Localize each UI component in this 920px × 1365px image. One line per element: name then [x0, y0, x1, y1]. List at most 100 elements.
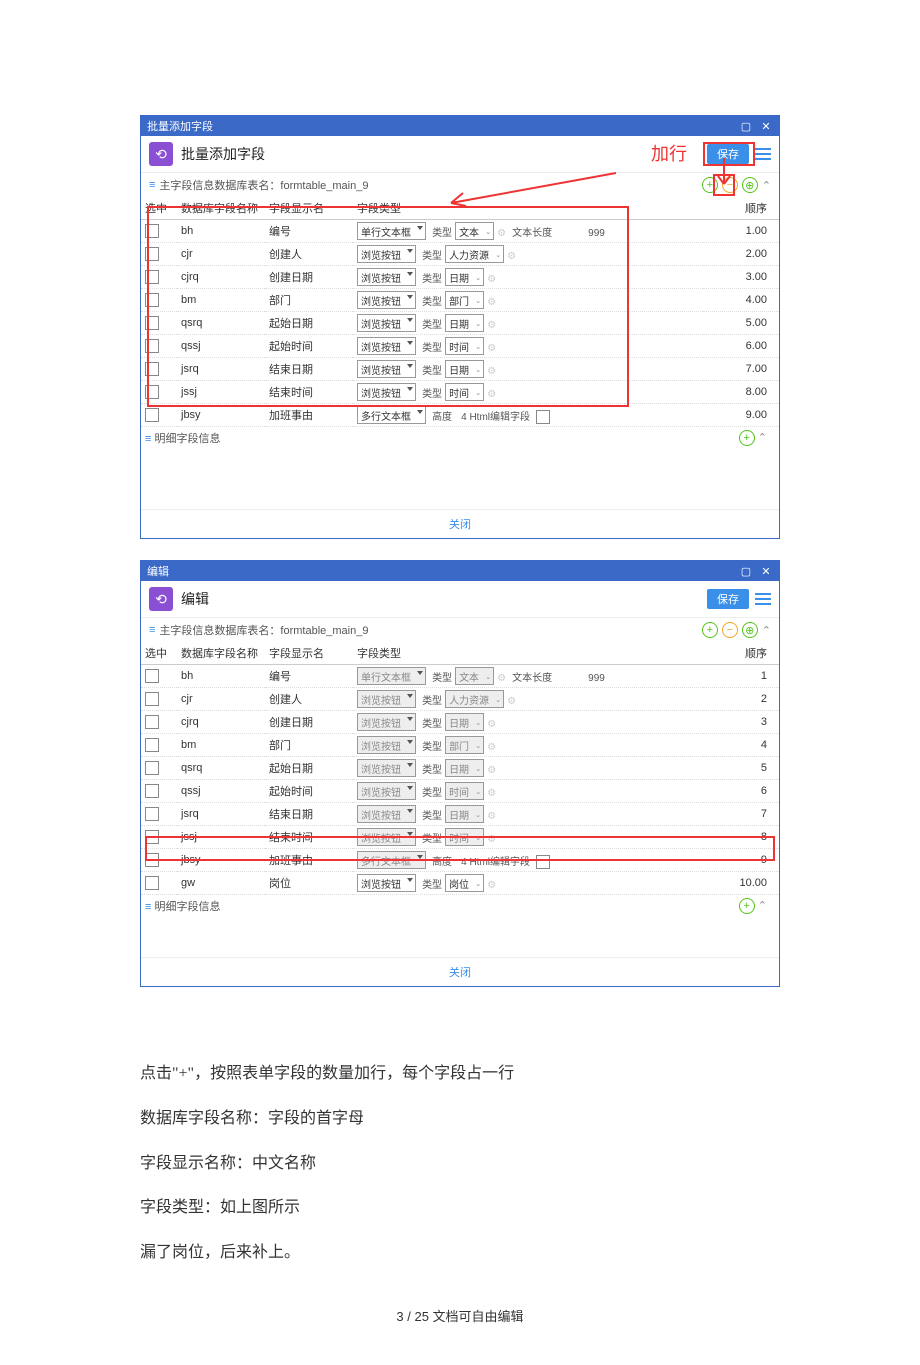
subtype-select[interactable]: 人力资源⌄ [445, 690, 504, 708]
maximize-icon[interactable]: ▢ [739, 564, 753, 578]
collapse-icon[interactable]: ⌃ [762, 624, 771, 637]
gear-icon[interactable]: ⚙ [487, 788, 496, 799]
row-checkbox[interactable] [145, 408, 159, 422]
type-select[interactable]: 浏览按钮 [357, 690, 416, 708]
subtype-select[interactable]: 日期⌄ [445, 805, 484, 823]
subtype-select[interactable]: 部门⌄ [445, 736, 484, 754]
gear-icon[interactable]: ⚙ [487, 297, 496, 308]
type-select[interactable]: 浏览按钮 [357, 759, 416, 777]
row-checkbox[interactable] [145, 293, 159, 307]
type-select[interactable]: 浏览按钮 [357, 828, 416, 846]
extra-icon[interactable]: ⊕ [742, 177, 758, 193]
menu-icon[interactable] [755, 591, 771, 607]
type-select[interactable]: 单行文本框 [357, 222, 426, 240]
field-name: jssj [177, 826, 265, 849]
gear-icon[interactable]: ⚙ [487, 389, 496, 400]
gear-icon[interactable]: ⚙ [487, 343, 496, 354]
delete-row-icon[interactable]: − [722, 622, 738, 638]
gear-icon[interactable]: ⚙ [487, 834, 496, 845]
row-checkbox[interactable] [145, 247, 159, 261]
gear-icon[interactable]: ⚙ [507, 696, 516, 707]
row-checkbox[interactable] [145, 876, 159, 890]
row-checkbox[interactable] [145, 761, 159, 775]
type-select[interactable]: 浏览按钮 [357, 245, 416, 263]
type-select[interactable]: 多行文本框 [357, 851, 426, 869]
close-icon[interactable]: ✕ [759, 564, 773, 578]
subtype-select[interactable]: 时间⌄ [445, 383, 484, 401]
save-button[interactable]: 保存 [707, 589, 749, 609]
subtype-select[interactable]: 日期⌄ [445, 314, 484, 332]
page-footer: 3 / 25 文档可自由编辑 [0, 1306, 920, 1325]
html-checkbox[interactable] [536, 410, 550, 424]
subtype-select[interactable]: 文本⌄ [455, 222, 494, 240]
gear-icon[interactable]: ⚙ [487, 765, 496, 776]
row-checkbox[interactable] [145, 715, 159, 729]
subtype-select[interactable]: 部门⌄ [445, 291, 484, 309]
type-select[interactable]: 浏览按钮 [357, 337, 416, 355]
row-checkbox[interactable] [145, 362, 159, 376]
row-checkbox[interactable] [145, 830, 159, 844]
subtype-select[interactable]: 时间⌄ [445, 337, 484, 355]
collapse-icon[interactable]: ⌃ [762, 179, 771, 192]
gear-icon[interactable]: ⚙ [497, 673, 506, 684]
gear-icon[interactable]: ⚙ [487, 811, 496, 822]
close-button[interactable]: 关闭 [141, 509, 779, 538]
field-display: 起始时间 [265, 780, 353, 803]
type-select[interactable]: 浏览按钮 [357, 383, 416, 401]
row-checkbox[interactable] [145, 784, 159, 798]
gear-icon[interactable]: ⚙ [497, 228, 506, 239]
subtype-select[interactable]: 时间⌄ [445, 828, 484, 846]
row-checkbox[interactable] [145, 692, 159, 706]
add-detail-icon[interactable]: + [739, 898, 755, 914]
field-display: 创建人 [265, 243, 353, 266]
subtype-select[interactable]: 人力资源⌄ [445, 245, 504, 263]
row-checkbox[interactable] [145, 316, 159, 330]
seq-cell: 7 [703, 803, 779, 826]
type-select[interactable]: 浏览按钮 [357, 360, 416, 378]
gear-icon[interactable]: ⚙ [487, 742, 496, 753]
type-select[interactable]: 浏览按钮 [357, 713, 416, 731]
gear-icon[interactable]: ⚙ [487, 320, 496, 331]
close-button[interactable]: 关闭 [141, 957, 779, 986]
type-select[interactable]: 浏览按钮 [357, 268, 416, 286]
subtype-select[interactable]: 岗位⌄ [445, 874, 484, 892]
table-row: jsrq 结束日期 浏览按钮 类型日期⌄⚙ 7 [141, 803, 779, 826]
row-checkbox[interactable] [145, 339, 159, 353]
gear-icon[interactable]: ⚙ [487, 274, 496, 285]
row-checkbox[interactable] [145, 224, 159, 238]
gear-icon[interactable]: ⚙ [487, 366, 496, 377]
subtype-select[interactable]: 日期⌄ [445, 268, 484, 286]
row-checkbox[interactable] [145, 738, 159, 752]
type-select[interactable]: 浏览按钮 [357, 736, 416, 754]
gear-icon[interactable]: ⚙ [507, 251, 516, 262]
maximize-icon[interactable]: ▢ [739, 119, 753, 133]
row-checkbox[interactable] [145, 270, 159, 284]
html-checkbox[interactable] [536, 855, 550, 869]
subtype-select[interactable]: 日期⌄ [445, 360, 484, 378]
row-checkbox[interactable] [145, 385, 159, 399]
gear-icon[interactable]: ⚙ [487, 880, 496, 891]
subtype-select[interactable]: 文本⌄ [455, 667, 494, 685]
th-sel: 选中 [141, 642, 177, 665]
subtype-select[interactable]: 时间⌄ [445, 782, 484, 800]
add-row-icon[interactable]: + [702, 622, 718, 638]
type-select[interactable]: 单行文本框 [357, 667, 426, 685]
gear-icon[interactable]: ⚙ [487, 719, 496, 730]
type-select[interactable]: 浏览按钮 [357, 782, 416, 800]
row-checkbox[interactable] [145, 807, 159, 821]
type-select[interactable]: 多行文本框 [357, 406, 426, 424]
close-icon[interactable]: ✕ [759, 119, 773, 133]
menu-icon[interactable] [755, 146, 771, 162]
instruction-line: 字段类型：如上图所示 [140, 1186, 780, 1231]
add-detail-icon[interactable]: + [739, 430, 755, 446]
type-select[interactable]: 浏览按钮 [357, 874, 416, 892]
type-select[interactable]: 浏览按钮 [357, 291, 416, 309]
subtype-select[interactable]: 日期⌄ [445, 713, 484, 731]
type-select[interactable]: 浏览按钮 [357, 314, 416, 332]
subtype-select[interactable]: 日期⌄ [445, 759, 484, 777]
instruction-line: 字段显示名称：中文名称 [140, 1142, 780, 1187]
row-checkbox[interactable] [145, 853, 159, 867]
row-checkbox[interactable] [145, 669, 159, 683]
extra-icon[interactable]: ⊕ [742, 622, 758, 638]
type-select[interactable]: 浏览按钮 [357, 805, 416, 823]
